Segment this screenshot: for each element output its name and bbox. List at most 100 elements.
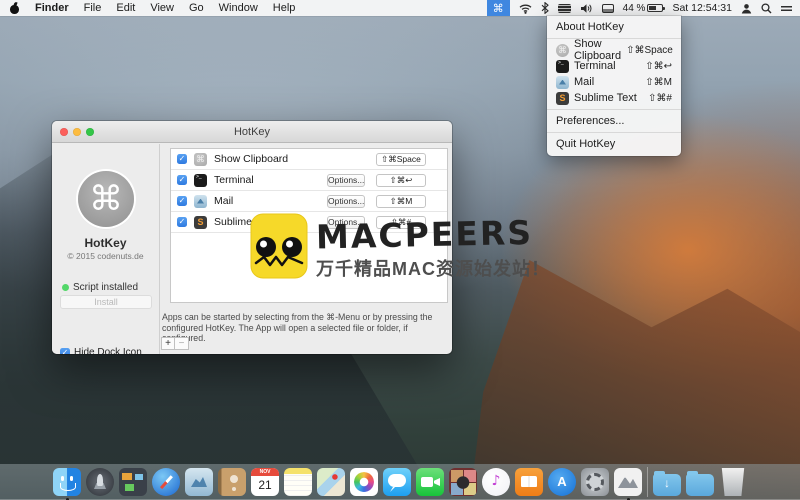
dock-item-documents-folder[interactable] — [686, 474, 714, 496]
dock: NOV21 ♪ A — [0, 464, 800, 500]
options-button[interactable]: Options... — [327, 174, 365, 187]
dock-item-itunes[interactable]: ♪ — [482, 468, 510, 496]
checkbox-label: Hide Dock Icon — [74, 347, 142, 354]
dock-item-facetime[interactable] — [416, 468, 444, 496]
shortcut-button[interactable]: ⇧⌘↩ — [376, 174, 426, 187]
help-text: Apps can be started by selecting from th… — [162, 312, 450, 344]
dock-item-mission-control[interactable] — [119, 468, 147, 496]
zoom-button[interactable] — [86, 128, 94, 136]
menu-item-label: About HotKey — [556, 21, 672, 33]
dock-item-launchpad[interactable] — [86, 468, 114, 496]
hotkey-status-icon[interactable]: ⌘ — [487, 0, 510, 16]
menu-item-quit-hotkey[interactable]: Quit HotKey — [547, 136, 681, 152]
add-remove-group: + − — [161, 337, 189, 350]
menu-file[interactable]: File — [84, 0, 102, 16]
keyboard-viewer-icon[interactable] — [558, 0, 571, 16]
command-circle-icon: ⌘ — [556, 44, 569, 57]
sidebar-copyright: © 2015 codenuts.de — [52, 251, 159, 261]
hide-dock-icon-checkbox[interactable]: ✓ Hide Dock Icon — [60, 347, 142, 354]
dock-separator — [647, 467, 648, 497]
script-status-label: Script installed — [73, 282, 138, 293]
display-icon[interactable] — [602, 0, 614, 16]
checkbox-icon[interactable]: ✓ — [177, 217, 187, 227]
menu-item-preferences[interactable]: Preferences... — [547, 113, 681, 129]
menu-help[interactable]: Help — [273, 0, 296, 16]
command-icon: ⌘ — [493, 2, 504, 15]
dock-item-safari[interactable] — [152, 468, 180, 496]
menu-item-label: Quit HotKey — [556, 138, 672, 150]
status-dot-icon — [62, 284, 69, 291]
battery-icon — [647, 4, 663, 12]
menu-edit[interactable]: Edit — [116, 0, 135, 16]
menu-item-terminal[interactable]: >_ Terminal ⇧⌘↩ — [547, 58, 681, 74]
minimize-button[interactable] — [73, 128, 81, 136]
script-status: Script installed — [62, 282, 138, 293]
watermark-title: MACPEERS — [316, 213, 551, 257]
hotkey-row-terminal[interactable]: ✓ >_ Terminal Options... ⇧⌘↩ — [171, 170, 447, 191]
watermark-text: MACPEERS 万千精品MAC资源始发站！ — [316, 213, 550, 281]
menu-item-about-hotkey[interactable]: About HotKey — [547, 19, 681, 35]
macpeers-watermark: MACPEERS 万千精品MAC资源始发站！ — [250, 213, 550, 281]
bluetooth-icon[interactable] — [541, 0, 549, 16]
hotkey-row-mail[interactable]: ✓ Mail Options... ⇧⌘M — [171, 191, 447, 212]
window-titlebar[interactable]: HotKey — [52, 121, 452, 143]
menu-bar-clock[interactable]: Sat 12:54:31 — [672, 0, 732, 16]
menu-go[interactable]: Go — [189, 0, 204, 16]
add-button[interactable]: + — [161, 337, 175, 350]
checkbox-icon[interactable]: ✓ — [177, 175, 187, 185]
close-button[interactable] — [60, 128, 68, 136]
menu-bar-status: ⌘ 44 % Sat 12:54:31 — [487, 0, 800, 16]
options-button[interactable]: Options... — [327, 195, 365, 208]
install-button[interactable]: Install — [60, 295, 152, 309]
dock-item-photos[interactable] — [350, 468, 378, 496]
sublime-text-icon: S — [556, 92, 569, 105]
menu-bar-left: Finder File Edit View Go Window Help — [0, 0, 295, 16]
dock-item-mail[interactable] — [185, 468, 213, 496]
dock-item-trash[interactable] — [719, 468, 747, 496]
dock-item-downloads-folder[interactable] — [653, 474, 681, 496]
wifi-icon[interactable] — [519, 0, 532, 16]
shortcut-button[interactable]: ⇧⌘Space — [376, 153, 426, 166]
dock-item-maps[interactable] — [317, 468, 345, 496]
hotkey-row-show-clipboard[interactable]: ✓ ⌘ Show Clipboard ⇧⌘Space — [171, 149, 447, 170]
menu-item-label: Terminal — [574, 60, 640, 72]
window-sidebar: ⌘ HotKey © 2015 codenuts.de Script insta… — [52, 144, 160, 354]
dock-item-calendar[interactable]: NOV21 — [251, 468, 279, 496]
dock-item-photo-booth[interactable] — [449, 468, 477, 496]
menu-item-mail[interactable]: Mail ⇧⌘M — [547, 74, 681, 90]
app-menu-finder[interactable]: Finder — [35, 0, 69, 16]
dock-item-unknown-app[interactable] — [614, 468, 642, 496]
sidebar-app-name: HotKey — [52, 236, 159, 250]
dock-item-ibooks[interactable] — [515, 468, 543, 496]
menu-view[interactable]: View — [150, 0, 174, 16]
volume-icon[interactable] — [580, 0, 593, 16]
battery-status[interactable]: 44 % — [623, 0, 664, 16]
checkbox-icon[interactable]: ✓ — [60, 348, 70, 355]
menu-item-show-clipboard[interactable]: ⌘ Show Clipboard ⇧⌘Space — [547, 42, 681, 58]
user-icon[interactable] — [741, 0, 752, 16]
menu-bar: Finder File Edit View Go Window Help ⌘ 4… — [0, 0, 800, 16]
row-label: Mail — [214, 195, 233, 207]
checkbox-icon[interactable]: ✓ — [177, 154, 187, 164]
remove-button[interactable]: − — [175, 337, 189, 350]
notification-center-icon[interactable] — [781, 0, 792, 16]
row-label: Terminal — [214, 174, 254, 186]
dock-item-finder[interactable] — [53, 468, 81, 496]
dock-item-system-preferences[interactable] — [581, 468, 609, 496]
menu-item-sublime-text[interactable]: S Sublime Text ⇧⌘# — [547, 90, 681, 106]
dock-item-contacts[interactable] — [218, 468, 246, 496]
shortcut-button[interactable]: ⇧⌘M — [376, 195, 426, 208]
menu-separator — [547, 109, 681, 110]
dock-item-app-store[interactable]: A — [548, 468, 576, 496]
watermark-subtitle: 万千精品MAC资源始发站！ — [316, 255, 550, 281]
traffic-lights — [60, 128, 94, 136]
menu-item-label: Preferences... — [556, 115, 672, 127]
dock-item-messages[interactable] — [383, 468, 411, 496]
menu-window[interactable]: Window — [219, 0, 258, 16]
battery-percent-label: 44 % — [623, 3, 646, 14]
spotlight-icon[interactable] — [761, 0, 772, 16]
checkbox-icon[interactable]: ✓ — [177, 196, 187, 206]
dock-item-notes[interactable] — [284, 468, 312, 496]
apple-menu-icon[interactable] — [10, 3, 20, 14]
hotkey-app-icon: ⌘ — [78, 171, 134, 227]
